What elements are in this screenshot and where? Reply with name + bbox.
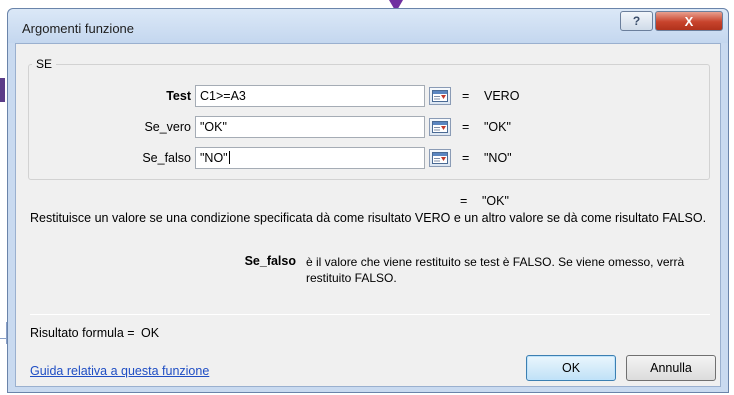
close-button[interactable]: X (655, 11, 723, 31)
se-vero-input[interactable]: "OK" (195, 116, 425, 138)
overall-result: "OK" (482, 194, 509, 208)
argument-label: Test (166, 89, 191, 103)
formula-result-value: OK (141, 326, 160, 340)
function-name: SE (32, 57, 57, 71)
equals-sign: = (462, 151, 470, 165)
equals-sign: = (462, 89, 470, 103)
argument-row-se-falso: Se_falso "NO" = "NO" (29, 147, 709, 169)
function-description: Restituisce un valore se una condizione … (30, 211, 707, 225)
function-arguments-dialog: Argomenti funzione ? X Test C1>=A3 = VER… (7, 8, 729, 393)
collapse-dialog-icon (432, 90, 448, 102)
help-link[interactable]: Guida relativa a questa funzione (30, 364, 209, 378)
text-cursor (228, 151, 230, 164)
arguments-group: Test C1>=A3 = VERO Se_vero "OK" = "OK" S… (28, 64, 710, 180)
collapse-dialog-icon (432, 152, 448, 164)
collapse-dialog-icon (432, 121, 448, 133)
se-falso-input[interactable]: "NO" (195, 147, 425, 169)
title-bar[interactable]: Argomenti funzione ? X (8, 9, 728, 43)
collapse-dialog-button[interactable] (429, 149, 451, 167)
help-button[interactable]: ? (620, 11, 653, 31)
test-input[interactable]: C1>=A3 (195, 85, 425, 107)
formula-result: Risultato formula = OK (30, 326, 159, 340)
argument-label: Se_falso (142, 151, 191, 165)
input-value: "NO" (200, 151, 228, 165)
separator (30, 314, 710, 315)
parameter-name: Se_falso (244, 254, 296, 268)
dialog-body: Test C1>=A3 = VERO Se_vero "OK" = "OK" S… (15, 43, 721, 387)
formula-result-label: Risultato formula = (30, 326, 135, 340)
background-shape (0, 78, 5, 102)
equals-sign: = (460, 194, 468, 208)
argument-label: Se_vero (144, 120, 191, 134)
argument-result: "NO" (484, 151, 512, 165)
close-icon: X (684, 13, 694, 29)
argument-result: VERO (484, 89, 520, 103)
argument-result: "OK" (484, 120, 511, 134)
parameter-description: è il valore che viene restituito se test… (306, 255, 685, 285)
argument-row-test: Test C1>=A3 = VERO (29, 85, 709, 107)
collapse-dialog-button[interactable] (429, 118, 451, 136)
cancel-button[interactable]: Annulla (626, 355, 716, 381)
collapse-dialog-button[interactable] (429, 87, 451, 105)
ok-button[interactable]: OK (526, 355, 616, 381)
help-icon: ? (632, 14, 641, 28)
equals-sign: = (462, 120, 470, 134)
dialog-title: Argomenti funzione (22, 21, 135, 36)
argument-row-se-vero: Se_vero "OK" = "OK" (29, 116, 709, 138)
